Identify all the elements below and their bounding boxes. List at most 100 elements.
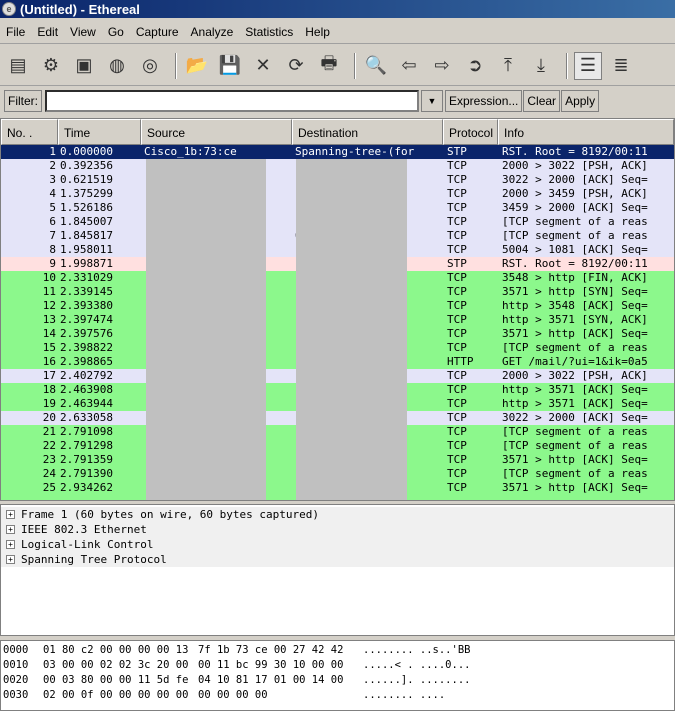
menu-capture[interactable]: Capture <box>136 25 179 39</box>
filter-toolbar: Filter: ▼ Expression... Clear Apply <box>0 88 675 114</box>
packet-info: 3571 > http [SYN] Seq= <box>502 285 648 298</box>
hex-offset: 0020 <box>3 674 29 686</box>
hex-bytes: 00 03 80 00 00 11 5d fe <box>43 674 189 686</box>
menu-edit[interactable]: Edit <box>37 25 58 39</box>
packet-bytes-pane[interactable]: 0000 01 80 c2 00 00 00 00 13 7f 1b 73 ce 0… <box>0 640 675 711</box>
column-source[interactable]: Source <box>141 119 292 145</box>
packet-info: http > 3571 [ACK] Seq= <box>502 397 648 410</box>
last-packet-icon[interactable]: ⤓ <box>527 52 555 80</box>
hex-offset: 0030 <box>3 689 29 701</box>
toolbar-separator <box>175 52 177 79</box>
detail-tree-item[interactable]: + Spanning Tree Protocol <box>1 552 674 567</box>
save-icon[interactable]: 💾 <box>216 52 244 80</box>
clear-button[interactable]: Clear <box>523 90 561 112</box>
first-packet-icon[interactable]: ⤒ <box>494 52 522 80</box>
filter-dropdown-icon[interactable]: ▼ <box>421 90 443 112</box>
menu-file[interactable]: File <box>6 25 25 39</box>
packet-proto: TCP <box>447 173 467 186</box>
packet-no: 18 <box>42 383 56 396</box>
toolbar-separator <box>566 52 568 79</box>
column-protocol[interactable]: Protocol <box>443 119 498 145</box>
packet-no: 22 <box>42 439 56 452</box>
packet-proto: TCP <box>447 383 467 396</box>
reload-icon[interactable]: ⟳ <box>282 52 310 80</box>
packet-no: 4 <box>49 187 56 200</box>
packet-info: 2000 > 3459 [PSH, ACK] <box>502 187 648 200</box>
menu-help[interactable]: Help <box>305 25 330 39</box>
column-destination[interactable]: Destination <box>292 119 443 145</box>
packet-proto: STP <box>447 145 467 158</box>
capture-options-icon[interactable]: ⚙ <box>37 52 65 80</box>
hex-ascii: ........ ..s..'BB <box>363 644 471 656</box>
hex-bytes: 00 00 00 00 <box>198 689 268 701</box>
packet-no: 8 <box>49 243 56 256</box>
detail-tree-item[interactable]: + Logical-Link Control <box>1 537 674 552</box>
packet-time: 2.463908 <box>60 383 113 396</box>
packet-no: 2 <box>49 159 56 172</box>
column-time[interactable]: Time <box>58 119 141 145</box>
packet-list[interactable]: No. . Time Source Destination Protocol I… <box>0 118 675 501</box>
packet-no: 6 <box>49 215 56 228</box>
packet-no: 20 <box>42 411 56 424</box>
apply-button[interactable]: Apply <box>561 90 600 112</box>
hex-bytes: 02 00 0f 00 00 00 00 00 <box>43 689 189 701</box>
packet-no: 1 <box>49 145 56 158</box>
packet-info: RST. Root = 8192/00:11 <box>502 145 648 158</box>
detail-tree-item[interactable]: + Frame 1 (60 bytes on wire, 60 bytes cap… <box>1 507 674 522</box>
toolbar-separator <box>354 52 356 79</box>
auto-scroll-icon[interactable]: ≣ <box>607 52 635 80</box>
filter-button[interactable]: Filter: <box>4 90 42 112</box>
column-no[interactable]: No. . <box>1 119 58 145</box>
menu-view[interactable]: View <box>70 25 96 39</box>
filter-input[interactable] <box>45 90 419 112</box>
interfaces-icon[interactable]: ▤ <box>4 52 32 80</box>
expand-icon[interactable]: + <box>6 510 15 519</box>
packet-info: 3571 > http [ACK] Seq= <box>502 327 648 340</box>
packet-row[interactable]: 1 0.000000 Cisco_1b:73:ce Spanning-tree-(fo… <box>1 145 674 159</box>
packet-time: 1.526186 <box>60 201 113 214</box>
packet-time: 2.393380 <box>60 299 113 312</box>
go-forward-icon[interactable]: ⇨ <box>428 52 456 80</box>
go-back-icon[interactable]: ⇦ <box>395 52 423 80</box>
restart-capture-icon[interactable]: ◎ <box>136 52 164 80</box>
packet-proto: TCP <box>447 187 467 200</box>
packet-info: [TCP segment of a reas <box>502 215 648 228</box>
packet-time: 0.392356 <box>60 159 113 172</box>
expression-button[interactable]: Expression... <box>445 90 523 112</box>
packet-no: 24 <box>42 467 56 480</box>
menu-statistics[interactable]: Statistics <box>245 25 293 39</box>
packet-proto: TCP <box>447 467 467 480</box>
packet-time: 1.998871 <box>60 257 113 270</box>
packet-no: 23 <box>42 453 56 466</box>
packet-list-header: No. . Time Source Destination Protocol I… <box>1 119 674 145</box>
detail-label: Frame 1 (60 bytes on wire, 60 bytes capt… <box>21 508 320 521</box>
packet-info: 3571 > http [ACK] Seq= <box>502 453 648 466</box>
menu-analyze[interactable]: Analyze <box>191 25 234 39</box>
packet-time: 2.331029 <box>60 271 113 284</box>
expand-icon[interactable]: + <box>6 540 15 549</box>
stop-capture-icon[interactable]: ◍ <box>103 52 131 80</box>
packet-no: 16 <box>42 355 56 368</box>
detail-tree-item[interactable]: + IEEE 802.3 Ethernet <box>1 522 674 537</box>
hex-row: 0010 03 00 00 02 02 3c 20 00 00 11 bc 99 3… <box>3 658 672 673</box>
packet-no: 12 <box>42 299 56 312</box>
expand-icon[interactable]: + <box>6 525 15 534</box>
hex-offset: 0010 <box>3 659 29 671</box>
packet-no: 25 <box>42 481 56 494</box>
colorize-icon[interactable]: ☰ <box>574 51 602 80</box>
packet-proto: TCP <box>447 215 467 228</box>
print-icon[interactable]: 🖶 <box>315 52 343 80</box>
redacted-source <box>146 159 266 500</box>
packet-info: [TCP segment of a reas <box>502 439 648 452</box>
find-packet-icon[interactable]: 🔍 <box>362 52 390 80</box>
packet-details-pane[interactable]: + Frame 1 (60 bytes on wire, 60 bytes cap… <box>0 504 675 636</box>
go-to-packet-icon[interactable]: ➲ <box>461 52 489 80</box>
open-icon[interactable]: 📂 <box>183 52 211 80</box>
start-capture-icon[interactable]: ▣ <box>70 52 98 80</box>
packet-time: 2.791298 <box>60 439 113 452</box>
close-icon[interactable]: ✕ <box>249 52 277 80</box>
hex-bytes: 03 00 00 02 02 3c 20 00 <box>43 659 189 671</box>
menu-go[interactable]: Go <box>108 25 124 39</box>
column-info[interactable]: Info <box>498 119 674 145</box>
expand-icon[interactable]: + <box>6 555 15 564</box>
